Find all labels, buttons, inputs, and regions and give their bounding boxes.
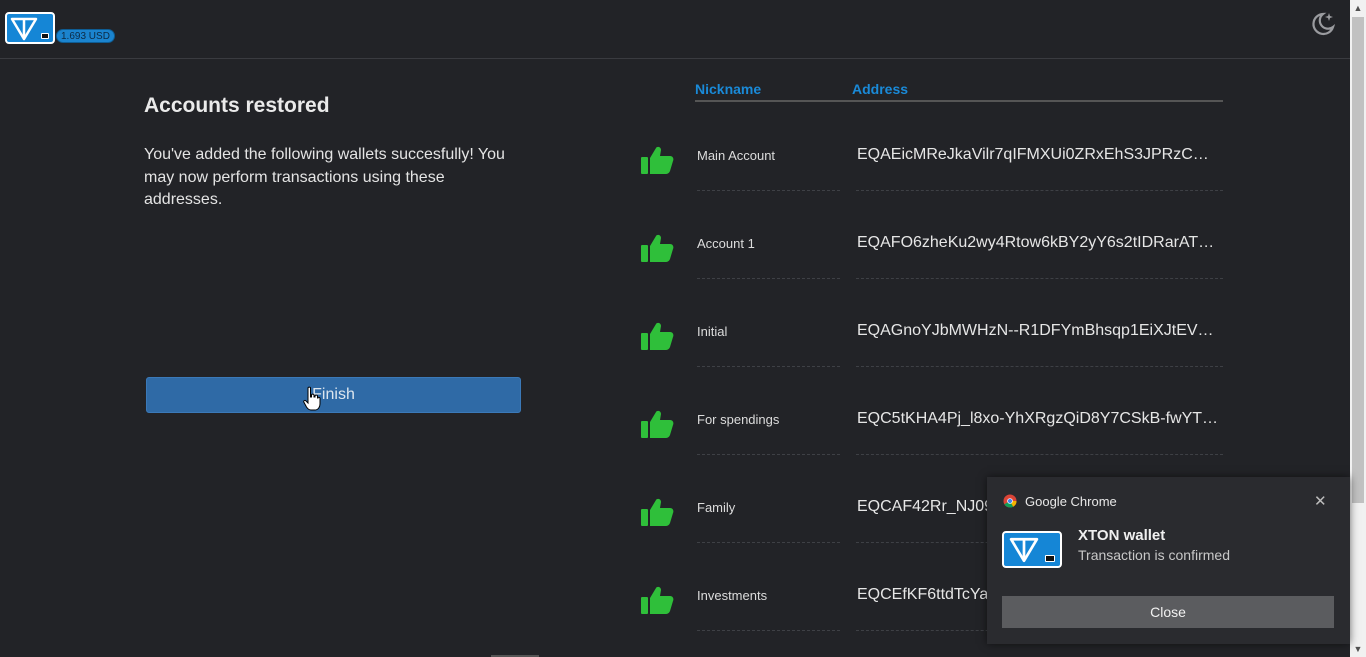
moon-stars-icon[interactable] xyxy=(1309,10,1337,38)
column-header-nickname[interactable]: Nickname xyxy=(695,81,761,97)
notification-source: Google Chrome xyxy=(1025,494,1117,509)
chrome-icon xyxy=(1003,494,1017,508)
thumbs-up-icon xyxy=(641,498,674,526)
app-header: 1.693 USD xyxy=(0,0,1350,59)
thumbs-up-icon xyxy=(641,586,674,614)
account-nickname: Family xyxy=(697,500,736,515)
row-divider xyxy=(856,454,1223,455)
account-address[interactable]: EQAFO6zheKu2wy4Rtow6kBY2yY6s2tIDRarATW0.… xyxy=(857,234,1219,252)
price-badge: 1.693 USD xyxy=(56,29,115,43)
chrome-notification: Google Chrome ✕ XTON wallet Transaction … xyxy=(987,477,1350,644)
row-divider xyxy=(856,366,1223,367)
scroll-down-arrow-icon[interactable]: ▼ xyxy=(1350,641,1366,657)
thumbs-up-icon xyxy=(641,234,674,262)
header-divider xyxy=(695,100,1223,102)
thumbs-up-icon xyxy=(641,322,674,350)
account-address[interactable]: EQAEicMReJkaVilr7qIFMXUi0ZRxEhS3JPRzCA6s… xyxy=(857,146,1219,164)
row-divider xyxy=(697,542,840,543)
row-divider xyxy=(697,190,840,191)
xton-notification-logo xyxy=(1002,531,1062,568)
xton-logo[interactable] xyxy=(5,12,55,44)
scroll-thumb[interactable] xyxy=(1352,17,1364,503)
notification-close-button[interactable]: Close xyxy=(1002,596,1334,628)
account-nickname: Initial xyxy=(697,324,728,339)
notification-body: Transaction is confirmed xyxy=(1078,547,1230,563)
row-divider xyxy=(697,278,840,279)
account-address[interactable]: EQAGnoYJbMWHzN--R1DFYmBhsqp1EiXJtEV2iq..… xyxy=(857,322,1219,340)
account-nickname: Account 1 xyxy=(697,236,755,251)
row-divider xyxy=(697,630,840,631)
notification-close-icon[interactable]: ✕ xyxy=(1314,492,1327,510)
scrollbar[interactable]: ▲ ▼ xyxy=(1350,0,1366,657)
scroll-up-arrow-icon[interactable]: ▲ xyxy=(1350,0,1366,16)
account-nickname: Main Account xyxy=(697,148,776,163)
account-nickname: For spendings xyxy=(697,412,780,427)
table-row[interactable]: For spendings EQC5tKHA4Pj_l8xo-YhXRgzQiD8… xyxy=(0,389,1350,477)
account-address[interactable]: EQC5tKHA4Pj_l8xo-YhXRgzQiD8Y7CSkB-fwYTJi… xyxy=(857,410,1219,428)
row-divider xyxy=(856,278,1223,279)
thumbs-up-icon xyxy=(641,146,674,174)
page-title: Accounts restored xyxy=(144,94,330,117)
row-divider xyxy=(697,366,840,367)
table-row[interactable]: Account 1 EQAFO6zheKu2wy4Rtow6kBY2yY6s2tI… xyxy=(0,213,1350,301)
account-nickname: Investments xyxy=(697,588,768,603)
table-row[interactable]: Main Account EQAEicMReJkaVilr7qIFMXUi0ZRx… xyxy=(0,125,1350,213)
column-header-address[interactable]: Address xyxy=(852,81,908,97)
thumbs-up-icon xyxy=(641,410,674,438)
table-row[interactable]: Initial EQAGnoYJbMWHzN--R1DFYmBhsqp1EiXJt… xyxy=(0,301,1350,389)
notification-title: XTON wallet xyxy=(1078,527,1166,544)
row-divider xyxy=(856,190,1223,191)
row-divider xyxy=(697,454,840,455)
